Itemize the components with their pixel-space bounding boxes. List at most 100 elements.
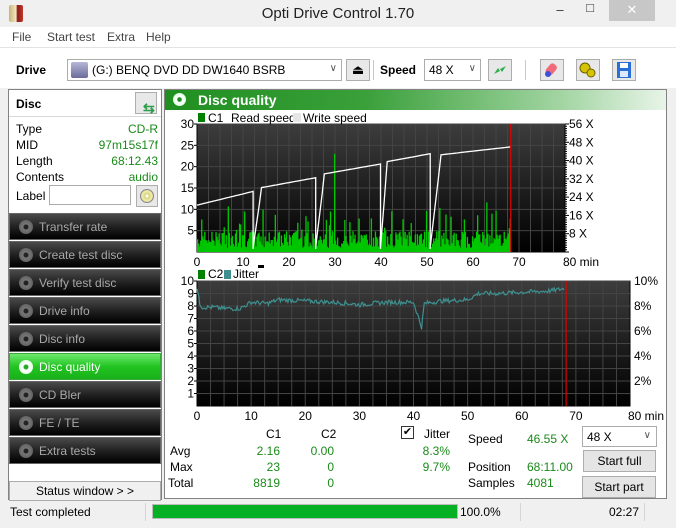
x-tick-label: 70 (569, 409, 583, 422)
erase-button[interactable] (540, 59, 564, 81)
row-key: Type (16, 122, 43, 136)
nav-label: Drive info (39, 304, 90, 318)
speed-readout-label: Speed (468, 432, 503, 446)
refresh-disc-button[interactable]: ⇆ (135, 92, 157, 116)
y2-tick-label: 40 X (569, 154, 594, 168)
nav-label: CD Bler (39, 388, 82, 402)
samples-value: 4081 (527, 476, 554, 490)
nav-transfer-rate[interactable]: Transfer rate (9, 213, 161, 240)
chevron-down-icon: ∨ (468, 63, 476, 74)
y2-tick-label: 16 X (569, 208, 594, 222)
col-header-c2: C2 (321, 427, 337, 441)
nav-cd-bler[interactable]: CD Bler (9, 381, 161, 408)
window-edge (668, 89, 676, 500)
test-speed-select[interactable]: 48 X ∨ (582, 426, 657, 447)
window-title: Opti Drive Control 1.70 (261, 5, 415, 22)
stats-avg-c2: 0.00 (310, 444, 334, 458)
test-speed-value: 48 X (587, 430, 612, 444)
jitter-col-label: Jitter (424, 427, 451, 441)
jitter-checkbox[interactable]: ✔ (401, 426, 414, 439)
x-tick-label: 0 (194, 409, 201, 422)
stats-avg-jitter: 8.3% (422, 444, 450, 458)
y2-tick-label: 2% (634, 374, 652, 388)
speed-readout-value: 46.55 X (527, 432, 569, 446)
eraser-icon (545, 63, 557, 77)
minimize-icon[interactable]: – (548, 2, 572, 23)
nav-fe-te[interactable]: FE / TE (9, 409, 161, 436)
save-button[interactable] (612, 59, 636, 81)
y-tick-label: 15 (181, 181, 195, 195)
y-tick-label: 9 (187, 287, 194, 301)
save-icon (617, 62, 631, 78)
y2-tick-label: 6% (634, 324, 652, 338)
x-tick-label: 50 (461, 409, 475, 422)
c1-bar (333, 153, 336, 252)
row-value: audio (128, 170, 158, 184)
toolbar-divider (373, 60, 374, 80)
start-part-button[interactable]: Start part (582, 476, 656, 498)
c1-bar (244, 211, 246, 252)
maximize-icon[interactable]: □ (576, 0, 604, 21)
c1-bar (439, 207, 441, 252)
y2-tick-label: 8 X (569, 227, 587, 241)
status-divider (644, 503, 645, 521)
nav-extra-tests[interactable]: Extra tests (9, 437, 161, 464)
nav-label: Create test disc (39, 248, 123, 262)
samples-label: Samples (468, 476, 515, 490)
x-tick-label: 80 min (628, 409, 664, 422)
nav-label: Extra tests (39, 444, 96, 458)
nav-label: FE / TE (39, 416, 80, 430)
menu-file[interactable]: File (12, 30, 31, 44)
y-tick-label: 5 (187, 337, 194, 351)
settings-button[interactable] (576, 59, 600, 81)
nav-disc-info[interactable]: Disc info (9, 325, 161, 352)
nav-create-test-disc[interactable]: Create test disc (9, 241, 161, 268)
row-key: Contents (16, 170, 65, 184)
y-tick-label: 20 (181, 160, 195, 174)
menu-extra[interactable]: Extra (107, 30, 135, 44)
refresh-speed-button[interactable] (488, 59, 512, 81)
col-header-c1: C1 (266, 427, 282, 441)
read-label-button[interactable] (136, 185, 158, 207)
y-tick-label: 3 (187, 362, 194, 376)
toolbar-divider (525, 60, 526, 80)
menu-help[interactable]: Help (146, 30, 171, 44)
c1-bar (425, 210, 428, 252)
stats-avg-label: Avg (170, 444, 191, 458)
x-tick-label: 20 (299, 409, 313, 422)
status-text: Test completed (10, 505, 91, 519)
eject-button[interactable]: ⏏ (346, 59, 370, 81)
legend-swatch-write (293, 113, 301, 122)
status-divider (145, 503, 146, 521)
drive-select[interactable]: (G:) BENQ DVD DD DW1640 BSRB ∨ (67, 59, 342, 81)
disc-quality-icon (173, 93, 186, 106)
disc-icon (19, 360, 33, 374)
nav-verify-test-disc[interactable]: Verify test disc (9, 269, 161, 296)
elapsed-time: 02:27 (609, 505, 640, 519)
chevron-down-icon: ∨ (329, 63, 337, 74)
menu-start-test[interactable]: Start test (47, 30, 95, 44)
close-icon[interactable]: ✕ (609, 0, 655, 21)
legend-swatch-jitter (224, 270, 231, 279)
drive-icon (71, 62, 88, 78)
x-tick-label: 60 (515, 409, 529, 422)
status-divider (520, 503, 521, 521)
legend-swatch-c1 (198, 113, 205, 122)
disc-icon (19, 332, 33, 346)
start-full-button[interactable]: Start full (583, 450, 656, 472)
nav-drive-info[interactable]: Drive info (9, 297, 161, 324)
label-input[interactable] (49, 185, 131, 205)
y2-tick-label: 10% (634, 274, 658, 288)
drive-label: Drive (16, 63, 47, 77)
nav-disc-quality[interactable]: Disc quality (9, 353, 161, 380)
nav-label: Transfer rate (39, 220, 108, 234)
speed-select[interactable]: 48 X ∨ (424, 59, 481, 81)
stats-avg-c1: 2.16 (256, 444, 280, 458)
drive-value: (G:) BENQ DVD DD DW1640 BSRB (92, 63, 286, 77)
y2-tick-label: 56 X (569, 117, 594, 131)
y-tick-label: 5 (187, 224, 194, 238)
panel-header: Disc quality (165, 90, 666, 110)
status-window-button[interactable]: Status window > > (9, 481, 161, 501)
disc-icon (19, 248, 33, 262)
gears-icon (579, 62, 596, 78)
